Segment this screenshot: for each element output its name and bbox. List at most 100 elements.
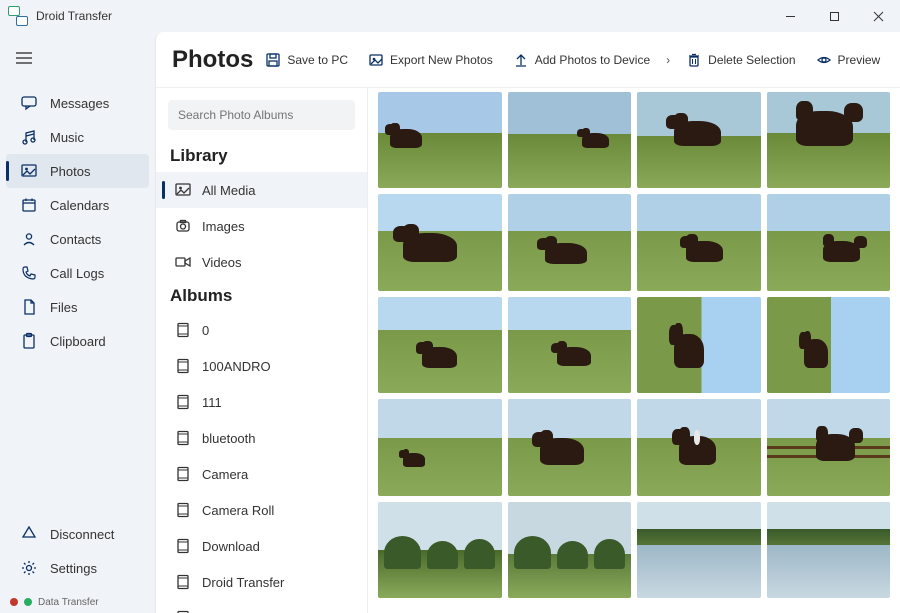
- maximize-button[interactable]: [812, 0, 856, 32]
- album-label: Camera: [202, 467, 248, 482]
- sidebar-item-label: Calendars: [50, 198, 109, 213]
- toolbar-overflow-chevron[interactable]: ›: [662, 53, 674, 67]
- photo-thumbnail[interactable]: [378, 194, 502, 290]
- sidebar: Messages Music Photos Calendars Contacts Call…: [0, 32, 155, 613]
- photo-thumbnail[interactable]: [378, 92, 502, 188]
- close-button[interactable]: [856, 0, 900, 32]
- album-icon: [174, 393, 192, 411]
- status-bar: Data Transfer: [0, 591, 155, 613]
- photo-thumbnail[interactable]: [508, 297, 632, 393]
- status-text: Data Transfer: [38, 597, 99, 608]
- eye-icon: [816, 52, 832, 68]
- sidebar-item-photos[interactable]: Photos: [6, 154, 149, 188]
- album-item[interactable]: Camera Roll: [156, 492, 367, 528]
- library-item-label: All Media: [202, 183, 255, 198]
- photo-thumbnail[interactable]: [767, 297, 891, 393]
- album-item[interactable]: 0: [156, 312, 367, 348]
- save-to-pc-button[interactable]: Save to PC: [257, 46, 356, 74]
- photo-thumbnail[interactable]: [767, 194, 891, 290]
- library-header: Library: [156, 140, 367, 172]
- page-title: Photos: [172, 46, 253, 74]
- messages-icon: [20, 94, 38, 112]
- album-item[interactable]: Droid Transfer: [156, 600, 367, 613]
- search-input[interactable]: [168, 100, 355, 130]
- app-title: Droid Transfer: [36, 9, 112, 23]
- disconnect-icon: [20, 525, 38, 543]
- add-label: Add Photos to Device: [535, 53, 650, 67]
- call-logs-icon: [20, 264, 38, 282]
- toolbar: Photos Save to PC Export New Photos Add …: [156, 32, 900, 88]
- sidebar-item-call-logs[interactable]: Call Logs: [6, 256, 149, 290]
- album-label: 111: [202, 395, 222, 410]
- album-label: bluetooth: [202, 431, 256, 446]
- photos-icon: [20, 162, 38, 180]
- sidebar-item-label: Contacts: [50, 232, 101, 247]
- sidebar-item-contacts[interactable]: Contacts: [6, 222, 149, 256]
- sidebar-item-calendars[interactable]: Calendars: [6, 188, 149, 222]
- album-label: Droid Transfer: [202, 575, 284, 590]
- settings-icon: [20, 559, 38, 577]
- album-label: Camera Roll: [202, 503, 274, 518]
- library-item-videos[interactable]: Videos: [156, 244, 367, 280]
- photo-grid[interactable]: [368, 88, 900, 613]
- sidebar-item-clipboard[interactable]: Clipboard: [6, 324, 149, 358]
- library-item-label: Videos: [202, 255, 242, 270]
- photo-thumbnail[interactable]: [378, 297, 502, 393]
- album-icon: [174, 321, 192, 339]
- sidebar-item-settings[interactable]: Settings: [6, 551, 149, 585]
- videos-icon: [174, 253, 192, 271]
- content-pane: Photos Save to PC Export New Photos Add …: [155, 32, 900, 613]
- minimize-button[interactable]: [768, 0, 812, 32]
- all-media-icon: [174, 181, 192, 199]
- photo-thumbnail[interactable]: [508, 194, 632, 290]
- photo-thumbnail[interactable]: [637, 297, 761, 393]
- album-item[interactable]: 111: [156, 384, 367, 420]
- album-icon: [174, 537, 192, 555]
- app-icon: [8, 6, 28, 26]
- photo-thumbnail[interactable]: [637, 194, 761, 290]
- sidebar-item-messages[interactable]: Messages: [6, 86, 149, 120]
- images-icon: [174, 217, 192, 235]
- sidebar-item-disconnect[interactable]: Disconnect: [6, 517, 149, 551]
- photo-thumbnail[interactable]: [508, 502, 632, 598]
- add-photos-button[interactable]: Add Photos to Device: [505, 46, 658, 74]
- sidebar-item-label: Clipboard: [50, 334, 106, 349]
- trash-icon: [686, 52, 702, 68]
- sidebar-item-label: Music: [50, 130, 84, 145]
- photo-thumbnail[interactable]: [378, 502, 502, 598]
- photo-thumbnail[interactable]: [637, 502, 761, 598]
- upload-icon: [513, 52, 529, 68]
- delete-selection-button[interactable]: Delete Selection: [678, 46, 803, 74]
- album-icon: [174, 465, 192, 483]
- calendars-icon: [20, 196, 38, 214]
- album-icon: [174, 357, 192, 375]
- clipboard-icon: [20, 332, 38, 350]
- hamburger-button[interactable]: [6, 40, 42, 76]
- album-item[interactable]: 100ANDRO: [156, 348, 367, 384]
- preview-label: Preview: [838, 53, 881, 67]
- library-item-images[interactable]: Images: [156, 208, 367, 244]
- titlebar: Droid Transfer: [0, 0, 900, 32]
- photo-thumbnail[interactable]: [767, 399, 891, 495]
- preview-button[interactable]: Preview: [808, 46, 889, 74]
- photo-thumbnail[interactable]: [378, 399, 502, 495]
- photo-thumbnail[interactable]: [637, 92, 761, 188]
- sidebar-item-files[interactable]: Files: [6, 290, 149, 324]
- export-label: Export New Photos: [390, 53, 493, 67]
- export-new-photos-button[interactable]: Export New Photos: [360, 46, 501, 74]
- photo-thumbnail[interactable]: [508, 399, 632, 495]
- sidebar-item-label: Call Logs: [50, 266, 104, 281]
- sidebar-item-music[interactable]: Music: [6, 120, 149, 154]
- photo-thumbnail[interactable]: [767, 92, 891, 188]
- photo-thumbnail[interactable]: [637, 399, 761, 495]
- library-item-all-media[interactable]: All Media: [156, 172, 367, 208]
- album-item[interactable]: bluetooth: [156, 420, 367, 456]
- album-icon: [174, 429, 192, 447]
- photo-thumbnail[interactable]: [508, 92, 632, 188]
- album-item[interactable]: Camera: [156, 456, 367, 492]
- sidebar-item-label: Photos: [50, 164, 90, 179]
- album-item[interactable]: Droid Transfer: [156, 564, 367, 600]
- library-item-label: Images: [202, 219, 245, 234]
- album-item[interactable]: Download: [156, 528, 367, 564]
- photo-thumbnail[interactable]: [767, 502, 891, 598]
